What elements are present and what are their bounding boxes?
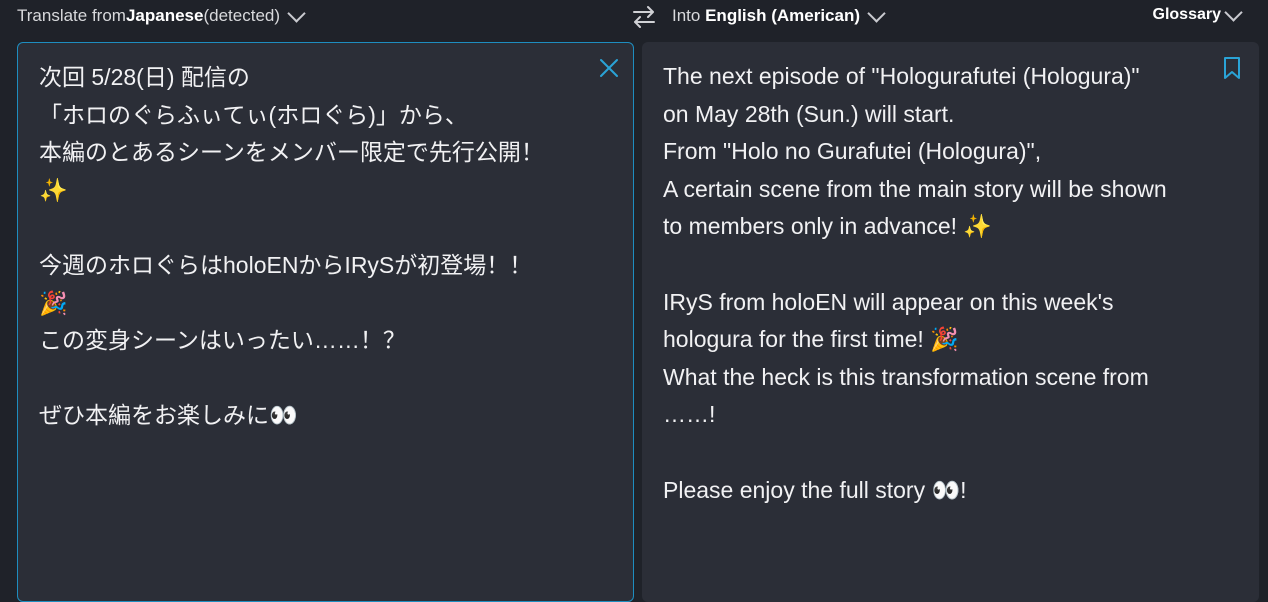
translated-text: The next episode of "Hologurafutei (Holo…: [663, 63, 1167, 503]
source-text-panel[interactable]: 次回 5/28(日) 配信の 「ホロのぐらふぃてぃ(ホロぐら)」から、 本編のと…: [17, 42, 634, 602]
target-language-prefix: Into: [672, 6, 701, 25]
target-language-selector[interactable]: Into English (American): [672, 3, 886, 26]
language-bar: Translate from Japanese (detected) Into …: [0, 0, 1268, 38]
clear-source-button[interactable]: [598, 57, 620, 79]
source-language-name: Japanese: [125, 6, 204, 25]
save-translation-button[interactable]: [1222, 56, 1242, 80]
source-language-suffix: (detected): [203, 6, 281, 25]
swap-arrows-icon: [633, 6, 655, 28]
glossary-button[interactable]: Glossary: [1152, 2, 1243, 24]
target-language-name: English (American): [705, 6, 861, 25]
chevron-down-icon: [1224, 2, 1243, 22]
chevron-down-icon: [867, 3, 886, 23]
translation-panel: The next episode of "Hologurafutei (Holo…: [642, 42, 1259, 602]
chevron-down-icon: [287, 3, 306, 23]
source-language-selector[interactable]: Translate from Japanese (detected): [17, 3, 306, 26]
close-icon: [600, 59, 618, 77]
bookmark-icon: [1224, 57, 1240, 79]
swap-languages-button[interactable]: [630, 4, 658, 30]
source-language-prefix: Translate from: [17, 6, 126, 25]
source-text[interactable]: 次回 5/28(日) 配信の 「ホロのぐらふぃてぃ(ホロぐら)」から、 本編のと…: [39, 59, 544, 435]
glossary-label: Glossary: [1152, 6, 1221, 23]
